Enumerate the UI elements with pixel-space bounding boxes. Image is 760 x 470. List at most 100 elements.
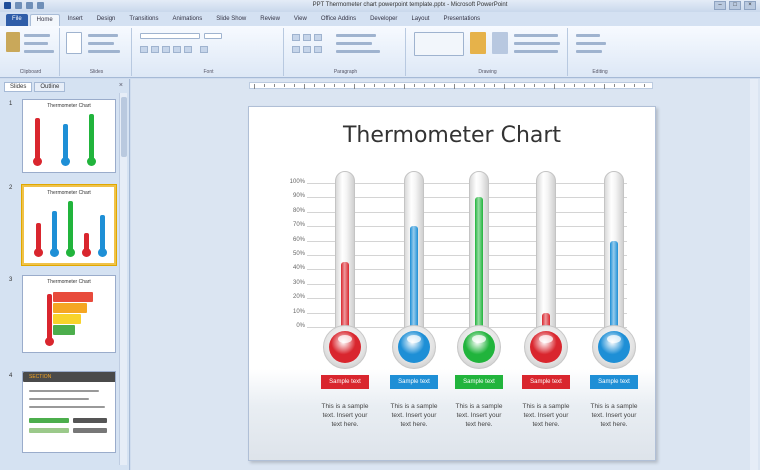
find-button[interactable] <box>576 34 600 37</box>
category-badge[interactable]: Sample text <box>390 375 438 389</box>
thumb-dark-bar <box>73 418 107 423</box>
paste-icon[interactable] <box>6 32 20 52</box>
gridline <box>307 197 627 199</box>
gridline <box>307 183 627 184</box>
category-badge[interactable]: Sample text <box>522 375 570 389</box>
tab-outline[interactable]: Outline <box>34 82 66 92</box>
undo-icon[interactable] <box>26 2 33 9</box>
slide-thumbnail-4[interactable]: SECTION <box>22 371 116 453</box>
thermometer-chart: 0% 10% 20% 30% 40% 50% 60% 70% 80% 90% 100% Sample … <box>249 107 655 460</box>
maximize-button[interactable]: □ <box>729 1 741 10</box>
y-tick-label: 30% <box>292 279 305 286</box>
panel-close-button[interactable]: × <box>119 82 123 89</box>
bullets-button[interactable] <box>292 34 300 41</box>
bulb-highlight <box>472 335 486 343</box>
format-painter-button[interactable] <box>24 50 54 53</box>
slide-thumbnail-3[interactable]: Thermometer Chart <box>22 275 116 353</box>
tab-review[interactable]: Review <box>254 14 286 26</box>
thumbnail-scrollbar[interactable] <box>119 93 127 465</box>
bold-button[interactable] <box>140 46 148 53</box>
redo-icon[interactable] <box>37 2 44 9</box>
bulb-highlight <box>407 335 421 343</box>
quick-access-toolbar[interactable] <box>4 2 44 9</box>
align-text-button[interactable] <box>336 42 372 45</box>
select-button[interactable] <box>576 50 602 53</box>
font-name-select[interactable] <box>140 33 200 39</box>
y-tick-label: 80% <box>292 207 305 214</box>
category-description[interactable]: This is a sample text. Insert your text … <box>518 402 574 429</box>
thumb-bar-blue <box>63 124 68 160</box>
font-group-label: Font <box>203 69 214 75</box>
shapes-gallery[interactable] <box>414 32 464 56</box>
category-description[interactable]: This is a sample text. Insert your text … <box>386 402 442 429</box>
drawing-group: Drawing <box>408 28 568 76</box>
gridline <box>307 283 627 285</box>
tab-animations[interactable]: Animations <box>167 14 209 26</box>
tab-developer[interactable]: Developer <box>364 14 403 26</box>
minimize-button[interactable]: – <box>714 1 726 10</box>
tab-office-addins[interactable]: Office Addins <box>315 14 362 26</box>
y-tick-label: 50% <box>292 251 305 257</box>
shape-outline-button[interactable] <box>514 42 560 45</box>
category-description[interactable]: This is a sample text. Insert your text … <box>451 402 507 429</box>
scrollbar-thumb[interactable] <box>121 97 127 157</box>
gridline <box>307 240 627 242</box>
category-badge[interactable]: Sample text <box>455 375 503 389</box>
gridline <box>307 298 627 300</box>
section-button[interactable] <box>88 50 120 53</box>
copy-button[interactable] <box>24 42 48 45</box>
tab-view[interactable]: View <box>288 14 313 26</box>
numbering-button[interactable] <box>303 34 311 41</box>
tab-presentations[interactable]: Presentations <box>437 14 486 26</box>
gridline <box>307 226 627 228</box>
category-badge[interactable]: Sample text <box>321 375 369 389</box>
replace-button[interactable] <box>576 42 606 45</box>
slide-thumbnail-2[interactable]: Thermometer Chart <box>22 185 116 265</box>
shape-effects-button[interactable] <box>514 50 558 53</box>
new-slide-icon[interactable] <box>66 32 82 54</box>
slide-thumbnail-1[interactable]: Thermometer Chart <box>22 99 116 173</box>
quick-styles-icon[interactable] <box>492 32 508 54</box>
category-badge[interactable]: Sample text <box>590 375 638 389</box>
save-icon[interactable] <box>15 2 22 9</box>
tab-layout[interactable]: Layout <box>405 14 435 26</box>
close-button[interactable]: × <box>744 1 756 10</box>
indent-button[interactable] <box>314 34 322 41</box>
y-tick-label: 10% <box>292 308 305 315</box>
thumbnail-number: 2 <box>9 185 13 191</box>
underline-button[interactable] <box>162 46 170 53</box>
font-size-select[interactable] <box>204 33 222 39</box>
align-left-button[interactable] <box>292 46 300 53</box>
horizontal-ruler <box>249 82 653 89</box>
vertical-scrollbar[interactable] <box>750 79 758 470</box>
slide-canvas[interactable]: Thermometer Chart 0% 10% 20% 30% 40% 50% 60% 70… <box>248 106 656 461</box>
align-center-button[interactable] <box>303 46 311 53</box>
text-direction-button[interactable] <box>336 34 376 37</box>
strikethrough-button[interactable] <box>173 46 181 53</box>
thumb-bar-red <box>36 223 41 251</box>
tab-slide-show[interactable]: Slide Show <box>210 14 252 26</box>
reset-button[interactable] <box>88 42 114 45</box>
category-description[interactable]: This is a sample text. Insert your text … <box>586 402 642 429</box>
shape-fill-button[interactable] <box>514 34 558 37</box>
tab-slides[interactable]: Slides <box>4 82 33 92</box>
tab-home[interactable]: Home <box>29 14 60 26</box>
tab-design[interactable]: Design <box>91 14 122 26</box>
arrange-icon[interactable] <box>470 32 486 54</box>
category-description[interactable]: This is a sample text. Insert your text … <box>317 402 373 429</box>
cut-button[interactable] <box>24 34 50 37</box>
tab-insert[interactable]: Insert <box>62 14 89 26</box>
shadow-button[interactable] <box>184 46 192 53</box>
thumb-text-line <box>29 398 89 400</box>
thumb-bar-green <box>68 201 73 251</box>
convert-smartart-button[interactable] <box>336 50 380 53</box>
tab-transitions[interactable]: Transitions <box>123 14 164 26</box>
tab-file[interactable]: File <box>6 14 28 26</box>
italic-button[interactable] <box>151 46 159 53</box>
align-right-button[interactable] <box>314 46 322 53</box>
clipboard-group: Clipboard <box>2 28 60 76</box>
font-color-button[interactable] <box>200 46 208 53</box>
title-bar: PPT Thermometer chart powerpoint templat… <box>0 0 760 12</box>
font-group: Font <box>134 28 284 76</box>
layout-button[interactable] <box>88 34 118 37</box>
